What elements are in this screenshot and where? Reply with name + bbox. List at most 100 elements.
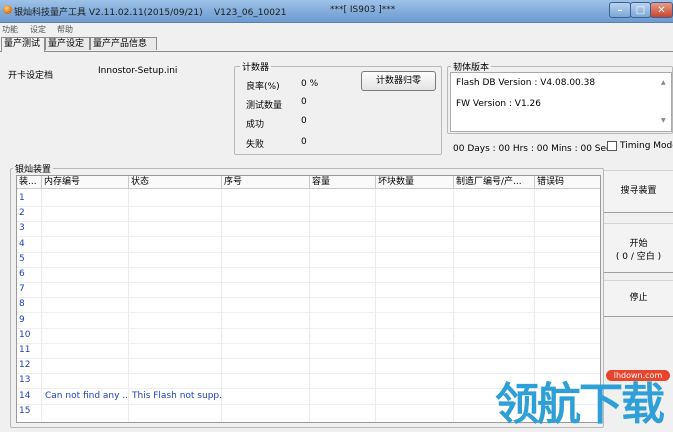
- menu-settings[interactable]: 设定: [30, 24, 46, 35]
- memory-id-cell: [43, 343, 128, 358]
- column-header[interactable]: 容量: [310, 176, 376, 189]
- memory-id-cell: [43, 313, 128, 328]
- status-cell: [130, 191, 221, 206]
- table-row[interactable]: 7: [17, 282, 600, 299]
- status-cell: This Flash not supp...: [132, 390, 221, 401]
- tested-value: 0: [301, 97, 307, 107]
- close-button[interactable]: ✕: [650, 2, 673, 18]
- row-index: 13: [19, 375, 31, 386]
- tab-mp-settings[interactable]: 量产设定: [45, 37, 90, 50]
- fail-label: 失败: [246, 140, 265, 150]
- row-index: 15: [19, 405, 31, 416]
- status-cell: [130, 237, 221, 252]
- memory-id-cell: Can not find any ...: [45, 390, 128, 401]
- counter-title: 计数器: [240, 60, 272, 73]
- yield-label: 良率(%): [246, 82, 280, 92]
- timing-mode-label: Timing Mode: [620, 141, 673, 151]
- title-bar: 银灿科技量产工具 V2.11.02.11(2015/09/21) V123_06…: [0, 0, 673, 23]
- table-row[interactable]: 8: [17, 297, 600, 314]
- watermark-url: lhdown.com: [606, 370, 670, 381]
- memory-id-cell: [43, 358, 128, 373]
- reset-counter-button[interactable]: 计数器归零: [361, 71, 436, 91]
- memory-id-cell: [43, 267, 128, 282]
- devices-title: 银灿装置: [13, 162, 54, 175]
- column-header[interactable]: 状态: [129, 176, 222, 189]
- row-index: 2: [19, 208, 25, 219]
- row-index: 10: [19, 329, 31, 340]
- table-row[interactable]: 11: [17, 343, 600, 359]
- row-index: 6: [19, 269, 25, 279]
- row-index: 7: [19, 284, 25, 295]
- column-header[interactable]: 错误码: [535, 176, 600, 189]
- success-label: 成功: [246, 120, 265, 130]
- window-title-chip: ***[ IS903 ]***: [330, 5, 396, 15]
- column-header[interactable]: 坏块数量: [376, 176, 454, 189]
- timing-mode-checkbox[interactable]: [607, 141, 617, 151]
- column-header[interactable]: 装...: [17, 176, 42, 189]
- setting-label: 开卡设定档: [8, 71, 54, 81]
- start-button[interactable]: 开始 ( 0 / 空白 ): [604, 223, 673, 273]
- yield-value: 0 %: [301, 79, 319, 89]
- status-cell: [130, 297, 221, 312]
- status-cell: [130, 404, 221, 419]
- memory-id-cell: [43, 237, 128, 252]
- row-index: 9: [19, 314, 25, 325]
- firmware-info-box: Flash DB Version : V4.08.00.38 FW Versio…: [450, 72, 672, 132]
- minimize-button[interactable]: –: [609, 2, 631, 18]
- column-header[interactable]: 制造厂编号/产...: [454, 176, 535, 189]
- table-row[interactable]: 3: [17, 221, 600, 238]
- memory-id-cell: [43, 252, 128, 267]
- status-cell: [130, 343, 221, 358]
- status-cell: [130, 328, 221, 343]
- tab-mp-test[interactable]: 量产测试: [1, 37, 45, 52]
- tab-strip: 量产测试 量产设定 量产产品信息: [0, 37, 673, 52]
- row-index: 14: [19, 390, 31, 401]
- table-row[interactable]: 1: [17, 191, 600, 207]
- stop-button[interactable]: 停止: [604, 280, 673, 317]
- setting-file: Innostor-Setup.ini: [98, 66, 178, 76]
- memory-id-cell: [43, 282, 128, 297]
- status-cell: [130, 358, 221, 373]
- row-index: 8: [19, 299, 25, 310]
- fw-version: FW Version : V1.26: [456, 99, 541, 109]
- maximize-button[interactable]: □: [630, 2, 651, 18]
- menu-function[interactable]: 功能: [2, 24, 18, 35]
- status-cell: [130, 267, 221, 282]
- tab-product-info[interactable]: 量产产品信息: [90, 37, 157, 50]
- memory-id-cell: [43, 191, 128, 206]
- menu-help[interactable]: 帮助: [57, 24, 73, 35]
- flash-db-version: Flash DB Version : V4.08.00.38: [456, 78, 596, 88]
- scroll-down-icon[interactable]: ▼: [661, 117, 666, 124]
- row-index: 11: [19, 345, 31, 355]
- menu-bar: 功能 设定 帮助: [0, 23, 673, 35]
- scroll-up-icon[interactable]: ▲: [661, 79, 666, 86]
- table-row[interactable]: 2: [17, 206, 600, 223]
- success-value: 0: [301, 116, 307, 126]
- table-row[interactable]: 5: [17, 252, 600, 268]
- row-index: 3: [19, 223, 25, 234]
- status-cell: [130, 206, 221, 221]
- start-label: 开始: [629, 239, 648, 249]
- column-header[interactable]: 内存编号: [42, 176, 129, 189]
- status-cell: [130, 282, 221, 297]
- table-row[interactable]: 9: [17, 313, 600, 329]
- table-row[interactable]: 10: [17, 328, 600, 344]
- status-cell: [130, 373, 221, 388]
- memory-id-cell: [43, 206, 128, 221]
- app-icon: [3, 5, 12, 14]
- table-row[interactable]: 4: [17, 237, 600, 253]
- fail-value: 0: [301, 137, 307, 147]
- column-header[interactable]: 序号: [222, 176, 310, 189]
- row-index: 4: [19, 238, 25, 249]
- status-cell: [130, 221, 221, 236]
- table-row[interactable]: 6: [17, 267, 600, 283]
- search-devices-button[interactable]: 搜寻装置: [604, 170, 673, 213]
- memory-id-cell: [43, 373, 128, 388]
- memory-id-cell: [43, 404, 128, 419]
- window-title: 银灿科技量产工具 V2.11.02.11(2015/09/21) V123_06…: [14, 8, 287, 18]
- memory-id-cell: [43, 221, 128, 236]
- tested-label: 测试数量: [246, 101, 283, 111]
- start-sub-label: ( 0 / 空白 ): [615, 252, 662, 262]
- memory-id-cell: [43, 297, 128, 312]
- memory-id-cell: [43, 328, 128, 343]
